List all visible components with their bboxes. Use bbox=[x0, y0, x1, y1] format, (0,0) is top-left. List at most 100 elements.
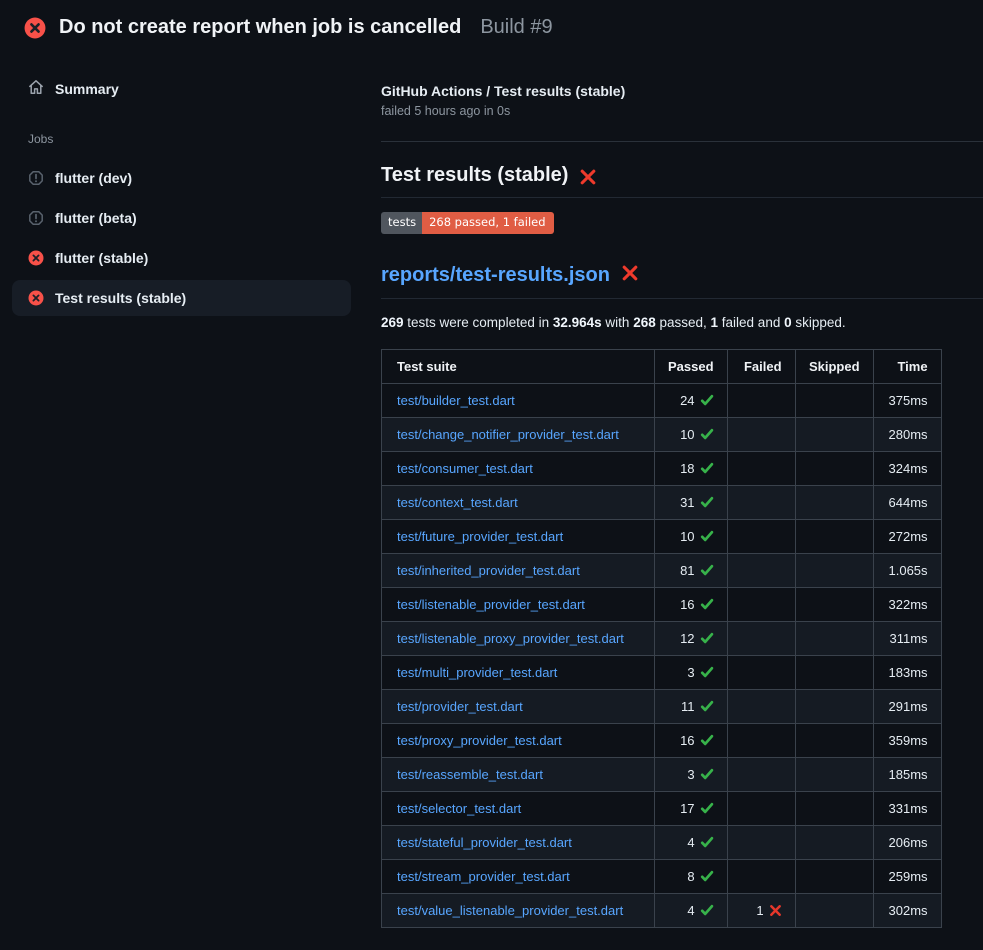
time-cell: 375ms bbox=[873, 383, 941, 417]
sidebar-item-test-results-stable[interactable]: Test results (stable) bbox=[12, 280, 351, 316]
time-cell: 291ms bbox=[873, 689, 941, 723]
skipped-cell bbox=[795, 485, 873, 519]
time-cell: 311ms bbox=[873, 621, 941, 655]
suite-link[interactable]: test/change_notifier_provider_test.dart bbox=[397, 427, 619, 442]
table-row: test/stream_provider_test.dart8259ms bbox=[382, 859, 942, 893]
sidebar-item-flutter-beta[interactable]: flutter (beta) bbox=[12, 200, 351, 236]
job-label: Test results (stable) bbox=[55, 290, 186, 306]
cancelled-status-icon bbox=[28, 170, 44, 186]
breadcrumb: GitHub Actions / Test results (stable) bbox=[381, 83, 983, 99]
time-cell: 1.065s bbox=[873, 553, 941, 587]
run-build-number: Build #9 bbox=[480, 16, 552, 39]
time-cell: 324ms bbox=[873, 451, 941, 485]
suite-link[interactable]: test/multi_provider_test.dart bbox=[397, 665, 557, 680]
column-header-time: Time bbox=[873, 349, 941, 383]
section-heading: Test results (stable) bbox=[381, 164, 983, 198]
badge-value: 268 passed, 1 failed bbox=[422, 212, 553, 234]
sidebar-item-flutter-stable[interactable]: flutter (stable) bbox=[12, 240, 351, 276]
suite-cell: test/stream_provider_test.dart bbox=[382, 859, 655, 893]
failed-cell bbox=[727, 655, 795, 689]
tests-status-badge: tests 268 passed, 1 failed bbox=[381, 212, 554, 234]
failed-cell bbox=[727, 689, 795, 723]
summary-number: 268 bbox=[633, 315, 656, 330]
column-header-passed: Passed bbox=[655, 349, 728, 383]
summary-number: 0 bbox=[784, 315, 792, 330]
table-row: test/multi_provider_test.dart 3 183ms bbox=[382, 655, 942, 689]
table-row: test/consumer_test.dart 18 324ms bbox=[382, 451, 942, 485]
suite-cell: test/context_test.dart bbox=[382, 485, 655, 519]
report-heading: reports/test-results.json bbox=[381, 264, 983, 299]
table-row: test/listenable_proxy_provider_test.dart… bbox=[382, 621, 942, 655]
sidebar-jobs-heading: Jobs bbox=[28, 132, 381, 146]
passed-cell-value: 81 bbox=[680, 563, 694, 578]
failed-cell bbox=[727, 723, 795, 757]
suite-link[interactable]: test/stateful_provider_test.dart bbox=[397, 835, 572, 850]
passed-cell: 4 bbox=[655, 825, 728, 859]
time-cell: 322ms bbox=[873, 587, 941, 621]
table-row: test/listenable_provider_test.dart16322m… bbox=[382, 587, 942, 621]
failed-cell: 1 bbox=[727, 893, 795, 927]
suite-cell: test/future_provider_test.dart bbox=[382, 519, 655, 553]
sidebar-item-summary[interactable]: Summary bbox=[0, 71, 381, 106]
failed-status-icon bbox=[28, 290, 44, 306]
job-label: flutter (stable) bbox=[55, 250, 148, 266]
suite-cell: test/value_listenable_provider_test.dart bbox=[382, 893, 655, 927]
skipped-cell bbox=[795, 893, 873, 927]
suite-link[interactable]: test/selector_test.dart bbox=[397, 801, 521, 816]
suite-cell: test/selector_test.dart bbox=[382, 791, 655, 825]
passed-cell-value: 8 bbox=[687, 869, 694, 884]
passed-cell: 3 bbox=[655, 655, 728, 689]
check-icon bbox=[700, 597, 714, 611]
failed-status-icon bbox=[28, 250, 44, 266]
sidebar-summary-label: Summary bbox=[55, 81, 119, 97]
skipped-cell bbox=[795, 689, 873, 723]
table-row: test/selector_test.dart17331ms bbox=[382, 791, 942, 825]
check-icon bbox=[700, 801, 714, 815]
passed-cell-value: 18 bbox=[680, 461, 694, 476]
time-cell: 644ms bbox=[873, 485, 941, 519]
suite-link[interactable]: test/value_listenable_provider_test.dart bbox=[397, 903, 623, 918]
suite-link[interactable]: test/reassemble_test.dart bbox=[397, 767, 543, 782]
table-row: test/stateful_provider_test.dart4206ms bbox=[382, 825, 942, 859]
failed-cell bbox=[727, 553, 795, 587]
passed-cell: 81 bbox=[655, 553, 728, 587]
suite-link[interactable]: test/context_test.dart bbox=[397, 495, 518, 510]
time-cell: 183ms bbox=[873, 655, 941, 689]
sidebar-jobs-list: flutter (dev) flutter (beta) flutter (stab… bbox=[0, 160, 381, 316]
suite-cell: test/proxy_provider_test.dart bbox=[382, 723, 655, 757]
passed-cell: 8 bbox=[655, 859, 728, 893]
run-meta: failed 5 hours ago in 0s bbox=[381, 104, 983, 118]
suite-link[interactable]: test/provider_test.dart bbox=[397, 699, 523, 714]
passed-cell-value: 31 bbox=[680, 495, 694, 510]
passed-cell-value: 10 bbox=[680, 427, 694, 442]
skipped-cell bbox=[795, 383, 873, 417]
check-icon bbox=[700, 869, 714, 883]
run-failed-icon bbox=[24, 17, 46, 39]
suite-link[interactable]: test/stream_provider_test.dart bbox=[397, 869, 570, 884]
passed-cell-value: 4 bbox=[687, 903, 694, 918]
skipped-cell bbox=[795, 417, 873, 451]
suite-link[interactable]: test/consumer_test.dart bbox=[397, 461, 533, 476]
suite-cell: test/listenable_proxy_provider_test.dart bbox=[382, 621, 655, 655]
passed-cell: 10 bbox=[655, 519, 728, 553]
check-icon bbox=[700, 835, 714, 849]
suite-link[interactable]: test/inherited_provider_test.dart bbox=[397, 563, 580, 578]
time-cell: 302ms bbox=[873, 893, 941, 927]
test-results-table: Test suitePassedFailedSkippedTime test/b… bbox=[381, 349, 942, 928]
skipped-cell bbox=[795, 825, 873, 859]
check-icon bbox=[700, 529, 714, 543]
suite-link[interactable]: test/builder_test.dart bbox=[397, 393, 515, 408]
passed-cell: 18 bbox=[655, 451, 728, 485]
check-icon bbox=[700, 631, 714, 645]
suite-link[interactable]: test/future_provider_test.dart bbox=[397, 529, 563, 544]
column-header-skipped: Skipped bbox=[795, 349, 873, 383]
job-label: flutter (dev) bbox=[55, 170, 132, 186]
report-file-link[interactable]: reports/test-results.json bbox=[381, 264, 610, 287]
suite-link[interactable]: test/listenable_provider_test.dart bbox=[397, 597, 585, 612]
passed-cell-value: 12 bbox=[680, 631, 694, 646]
skipped-cell bbox=[795, 553, 873, 587]
suite-link[interactable]: test/listenable_proxy_provider_test.dart bbox=[397, 631, 624, 646]
check-icon bbox=[700, 767, 714, 781]
suite-link[interactable]: test/proxy_provider_test.dart bbox=[397, 733, 562, 748]
sidebar-item-flutter-dev[interactable]: flutter (dev) bbox=[12, 160, 351, 196]
